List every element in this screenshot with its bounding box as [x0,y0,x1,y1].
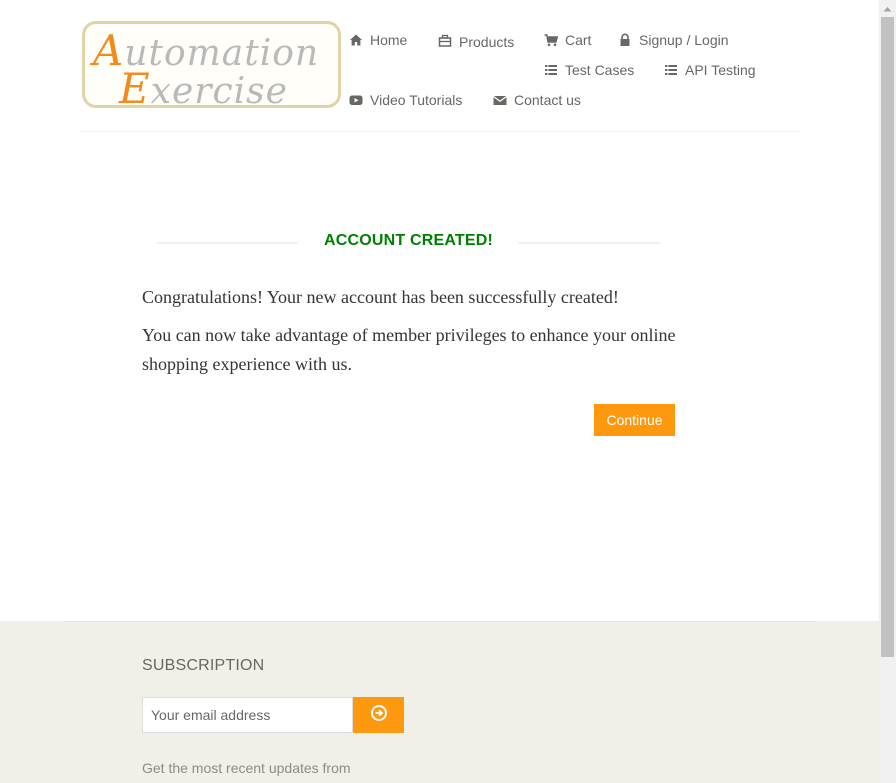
nav-signup-login-label: Signup / Login [639,32,729,48]
nav-home-label: Home [370,32,408,48]
nav-test-cases-label: Test Cases [565,62,635,78]
subscribe-button[interactable] [353,697,404,733]
page: Automation Exercise Home Products Cart S… [0,0,896,783]
lock-icon [618,33,632,47]
nav-cart-label: Cart [565,32,592,48]
vertical-scrollbar[interactable] [879,0,896,783]
nav-video-tutorials-label: Video Tutorials [370,92,463,108]
footer: SUBSCRIPTION Get the most recent updates… [0,621,879,783]
header-divider [80,131,800,132]
continue-button[interactable]: Continue [594,404,675,436]
nav-cart[interactable]: Cart [544,32,591,48]
nav-api-testing[interactable]: API Testing [664,62,756,78]
nav-video-tutorials[interactable]: Video Tutorials [349,92,462,108]
subscribe-email-input[interactable] [142,697,353,733]
nav-home[interactable]: Home [349,32,407,48]
cart-icon [544,33,558,47]
subscribe-note: Get the most recent updates from [142,760,351,776]
youtube-play-icon [349,93,363,107]
nav-test-cases[interactable]: Test Cases [544,62,634,78]
scrollbar-thumb[interactable] [881,17,894,657]
nav-contact-us-label: Contact us [514,92,581,108]
page-title: ACCOUNT CREATED! [323,232,494,249]
footer-divider [65,621,815,622]
arrow-circle-right-icon [370,704,387,726]
list-icon [544,63,558,77]
nav-contact-us[interactable]: Contact us [493,92,581,108]
congrats-message: Congratulations! Your new account has be… [142,287,619,307]
nav-api-testing-label: API Testing [685,62,756,78]
scroll-up-arrow-icon[interactable] [879,0,896,17]
nav-products-label: Products [459,34,515,50]
products-icon [438,34,452,48]
privileges-message: You can now take advantage of member pri… [142,325,676,374]
nav-products[interactable]: Products [438,32,514,50]
list-icon [664,63,678,77]
site-logo[interactable]: Automation Exercise [82,21,341,108]
subscription-title: SUBSCRIPTION [142,657,265,674]
account-created-heading: ACCOUNT CREATED! [157,231,660,255]
logo-line-2: Exercise [119,64,288,108]
home-icon [349,33,363,47]
envelope-icon [493,93,507,107]
nav-signup-login[interactable]: Signup / Login [618,32,729,48]
